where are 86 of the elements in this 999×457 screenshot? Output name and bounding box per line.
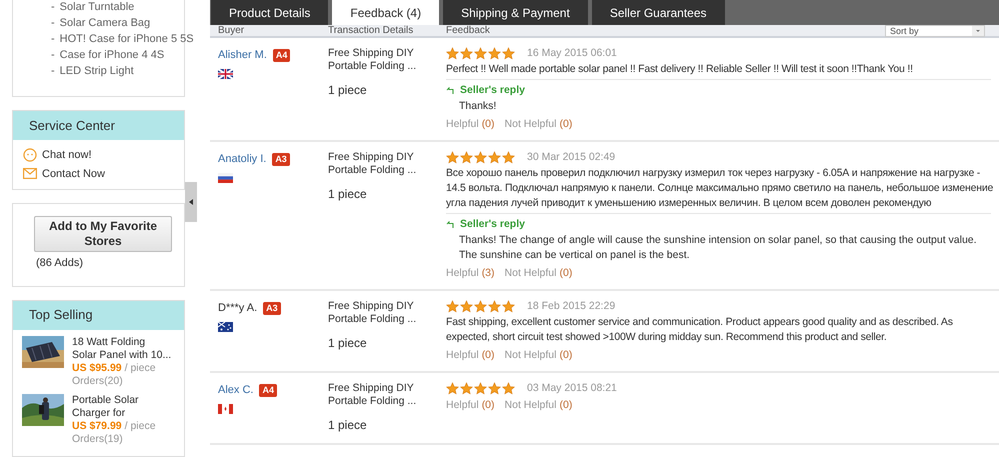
star-icon	[502, 382, 515, 395]
section-header: Top Selling	[13, 300, 184, 330]
star-icon	[460, 151, 473, 164]
star-icon	[474, 47, 487, 60]
category-link[interactable]: - Solar Camera Bag	[51, 16, 150, 31]
feedback-date: 03 May 2015 08:21	[527, 382, 617, 395]
section-header: Service Center	[13, 111, 184, 140]
collapse-handle[interactable]	[185, 182, 197, 222]
reply-text: Thanks!	[458, 99, 498, 114]
add-to-favorites-button[interactable]: Add to My Favorite Stores	[34, 216, 172, 252]
star-icon	[474, 151, 487, 164]
tab[interactable]: Product Details	[211, 0, 328, 25]
star-icon	[502, 151, 515, 164]
star-icon	[446, 300, 459, 313]
category-link[interactable]: - LED Strip Light	[51, 64, 134, 79]
star-icon	[446, 151, 459, 164]
star-icon	[488, 300, 501, 313]
mail-icon	[23, 168, 37, 180]
star-icon	[460, 382, 473, 395]
chat-icon	[23, 148, 37, 162]
product-link[interactable]: Portable Solar Charger for	[72, 394, 172, 420]
reply-label: Seller's reply	[460, 84, 525, 97]
column-header: Feedback	[446, 24, 491, 38]
category-link[interactable]: - HOT! Case for iPhone 5 5S	[51, 32, 194, 47]
star-icon	[474, 382, 487, 395]
sort-select[interactable]: Sort by	[885, 24, 985, 36]
star-icon	[460, 47, 473, 60]
feedback-date: 30 Mar 2015 02:49	[527, 151, 616, 164]
helpful-link[interactable]: Helpful (0)	[446, 349, 495, 362]
not-helpful-link[interactable]: Not Helpful (0)	[504, 349, 572, 362]
category-link[interactable]: - Case for iPhone 4 4S	[51, 48, 164, 63]
star-icon	[446, 382, 459, 395]
tab[interactable]: Shipping & Payment	[443, 0, 588, 25]
star-icon	[488, 382, 501, 395]
adds-count: (86 Adds)	[36, 256, 84, 271]
buyer-level-tag: A3	[263, 302, 281, 315]
feedback-date: 16 May 2015 06:01	[527, 47, 617, 60]
quantity: 1 piece	[328, 82, 368, 99]
quantity: 1 piece	[328, 417, 368, 434]
contact-link[interactable]: Contact Now	[23, 166, 174, 182]
buyer-level-tag: A4	[272, 48, 290, 62]
unit-label: / piece	[124, 420, 156, 432]
buyer-level-tag: A4	[259, 384, 277, 397]
buyer-name[interactable]: Alex C.	[218, 382, 254, 398]
feedback-comment: Все хорошо панель проверил подключил нагрузку измерил ток через нагрузку - 6.05А и напряжение на нагрузке - 14.5 вольта. Подключал напрямую к панели. Солнце максимально прямо светило на панель, небольшое изменение угла падения лучей приводит к уменьшению измеренных величин. В целом всем доволен рекомендую	[446, 166, 994, 211]
helpful-link[interactable]: Helpful (3)	[446, 267, 495, 280]
star-icon	[474, 300, 487, 313]
helpful-link[interactable]: Helpful (0)	[446, 118, 495, 131]
star-icon	[446, 47, 459, 60]
column-header: Transaction Details	[328, 24, 414, 38]
orders-count: Orders(20)	[72, 374, 124, 388]
column-header: Buyer	[217, 24, 246, 38]
star-icon	[488, 151, 501, 164]
unit-label: / piece	[124, 362, 156, 374]
category-link[interactable]: - Solar Turntable	[51, 0, 134, 15]
feedback-comment: Fast shipping, excellent customer service and communication. Product appears good quality and as described. As expected, short circuit test showed >100W during midday sun. Recommend this product and seller.	[446, 315, 954, 345]
feedback-date: 18 Feb 2015 22:29	[527, 300, 616, 313]
caret-icon	[189, 199, 193, 205]
tab[interactable]: Feedback (4)	[332, 0, 440, 25]
quantity: 1 piece	[328, 186, 368, 203]
product-link[interactable]: 18 Watt Folding Solar Panel with 10...	[72, 336, 172, 362]
reply-label: Seller's reply	[460, 218, 525, 231]
tab[interactable]: Seller Guarantees	[592, 0, 725, 25]
buyer-level-tag: A3	[272, 152, 290, 166]
buyer-name: D***y A.	[218, 301, 258, 316]
not-helpful-link[interactable]: Not Helpful (0)	[504, 267, 572, 280]
product-title: Free Shipping DIY Portable Folding ...	[328, 382, 418, 408]
product-title: Free Shipping DIY Portable Folding ...	[328, 47, 418, 73]
buyer-name[interactable]: Anatoliy I.	[218, 151, 266, 168]
star-icon	[460, 300, 473, 313]
star-icon	[502, 47, 515, 60]
orders-count: Orders(19)	[72, 432, 124, 446]
product-title: Free Shipping DIY Portable Folding ...	[328, 151, 418, 177]
not-helpful-link[interactable]: Not Helpful (0)	[504, 118, 572, 131]
helpful-link[interactable]: Helpful (0)	[446, 399, 495, 412]
price: US $95.99	[72, 362, 122, 374]
star-icon	[488, 47, 501, 60]
price: US $79.99	[72, 420, 122, 432]
buyer-name[interactable]: Alisher M.	[218, 47, 267, 64]
quantity: 1 piece	[328, 335, 368, 352]
star-icon	[502, 300, 515, 313]
product-title: Free Shipping DIY Portable Folding ...	[328, 300, 418, 326]
feedback-comment: Perfect !! Well made portable solar panel !! Fast delivery !! Reliable Seller !! Will test it soon !!Thank You !!	[446, 62, 914, 77]
not-helpful-link[interactable]: Not Helpful (0)	[504, 399, 572, 412]
reply-text: Thanks! The change of angle will cause the sunshine intension on solar panel, so that causing the output value. The sunshine can be vertical on panel is the best.	[458, 233, 978, 263]
contact-link[interactable]: Chat now!	[23, 147, 174, 164]
